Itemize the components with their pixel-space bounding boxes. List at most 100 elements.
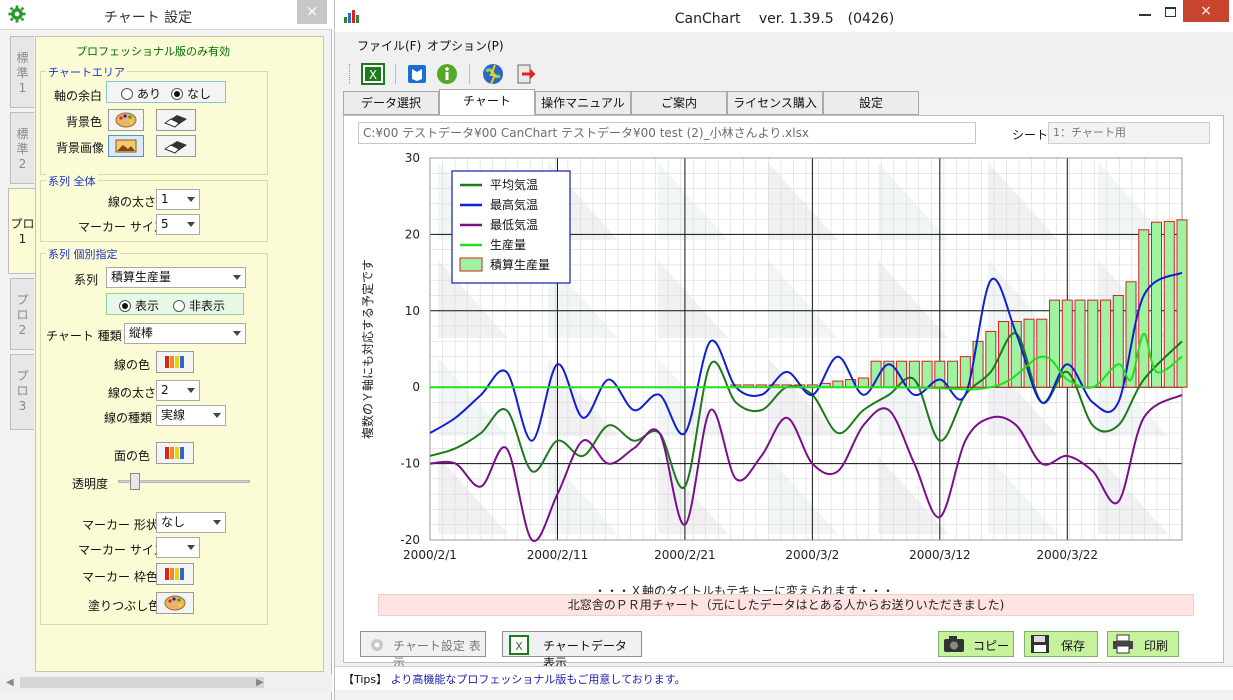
palette-icon [115, 112, 137, 128]
axis-margin-radio-group: あり なし [106, 81, 226, 103]
marker-shape-select[interactable]: なし [156, 512, 226, 533]
line-color-button[interactable] [156, 351, 194, 373]
menu-file[interactable]: ファイル(F) [357, 37, 421, 54]
scroll-left-icon[interactable]: ◀ [6, 677, 14, 688]
toolbar: X [335, 58, 1233, 90]
legend-label: 生産量 [490, 237, 526, 252]
line-width-select[interactable]: 2 [156, 380, 200, 401]
visibility-radio-group: 表示 非表示 [106, 293, 244, 315]
bar-cumulative-production [1087, 299, 1099, 388]
y-tick-label: 30 [405, 151, 420, 165]
main-close-button[interactable]: × [1183, 0, 1229, 22]
fill-color-button[interactable] [156, 442, 194, 464]
series-select[interactable]: 積算生産量 [106, 267, 246, 288]
print-button[interactable]: 印刷 [1107, 631, 1179, 657]
pro-only-note: プロフェッショナル版のみ有効 [76, 45, 230, 58]
y-axis-label: 複数のＹ軸にも対応する予定です [360, 259, 375, 439]
tab-pro-2[interactable]: プロ 2 [10, 278, 34, 350]
tab-guide[interactable]: ご案内 [631, 91, 727, 115]
x-tick-label: 2000/3/12 [909, 548, 971, 562]
update-globe-icon[interactable] [481, 62, 505, 86]
y-tick-label: 0 [412, 380, 420, 394]
crayons-icon [165, 568, 184, 580]
exit-icon[interactable] [513, 62, 537, 86]
eraser-icon [163, 115, 187, 128]
hide-radio[interactable]: 非表示 [173, 297, 225, 314]
tab-standard-1[interactable]: 標準 1 [10, 36, 34, 108]
tab-standard-2[interactable]: 標準 2 [10, 112, 34, 184]
tab-manual[interactable]: 操作マニュアル [535, 91, 631, 115]
line-style-select[interactable]: 実線 [156, 405, 226, 426]
bg-color-clear-button[interactable] [156, 109, 196, 131]
y-tick-label: 10 [405, 304, 420, 318]
chart-settings-show-button[interactable]: チャート設定 表示 [360, 631, 486, 670]
series-all-line-width-select[interactable]: 1 [156, 189, 200, 210]
minimize-button[interactable] [1135, 4, 1155, 20]
margin-no-radio[interactable]: なし [171, 85, 211, 102]
margin-yes-radio[interactable]: あり [121, 85, 161, 102]
series-all-line-width-label: 線の太さ [108, 195, 157, 209]
bg-image-label: 背景画像 [56, 141, 105, 155]
settings-horizontal-scrollbar[interactable]: ◀ ▶ [0, 674, 332, 692]
marker-border-label: マーカー 枠色 [82, 570, 158, 584]
save-button[interactable]: 保存 [1024, 631, 1098, 657]
y-tick-label: 20 [405, 227, 420, 241]
eraser-icon [163, 141, 187, 154]
fill-color-label: 面の色 [114, 449, 151, 463]
bar-cumulative-production [921, 360, 933, 388]
chart-type-select[interactable]: 縦棒 [124, 323, 246, 344]
legend-label: 平均気温 [490, 177, 538, 192]
bg-color-button[interactable] [108, 109, 144, 131]
show-radio[interactable]: 表示 [119, 297, 159, 314]
tab-pro-3[interactable]: プロ 3 [10, 354, 34, 430]
excel-icon[interactable]: X [361, 62, 385, 86]
copy-button[interactable]: コピー [938, 631, 1014, 657]
bg-image-clear-button[interactable] [156, 135, 196, 157]
x-tick-label: 2000/2/11 [527, 548, 589, 562]
marker-size-select[interactable] [156, 537, 200, 558]
legend-label: 最高気温 [490, 197, 538, 212]
tab-data-select[interactable]: データ選択 [343, 91, 439, 115]
settings-close-button[interactable]: × [297, 0, 327, 24]
scrollbar-thumb[interactable] [20, 677, 264, 688]
tab-settings[interactable]: 設定 [823, 91, 919, 115]
chart-sub-caption: 北窓舎のＰＲ用チャート（元にしたデータはとある人からお送りいただきました) [378, 594, 1194, 616]
fill-label: 塗りつぶし色 [88, 599, 161, 613]
tab-pro-1[interactable]: プロ 1 [8, 188, 36, 274]
svg-text:X: X [515, 640, 523, 653]
chart-data-show-button[interactable]: X チャートデータ 表示 [502, 631, 642, 670]
maximize-button[interactable] [1161, 4, 1181, 20]
menu-bar: ファイル(F) オプション(P) [335, 33, 1233, 57]
bar-cumulative-production [1112, 295, 1124, 388]
marker-border-color-button[interactable] [156, 563, 194, 585]
series-each-group-title: 系列 個別指定 [46, 246, 120, 262]
tab-license[interactable]: ライセンス購入 [727, 91, 823, 115]
canchart-main-window: CanChart ver. 1.39.5 (0426) × ファイル(F) オプ… [334, 0, 1233, 700]
opacity-slider-thumb[interactable] [130, 473, 141, 490]
tips-text: 【Tips】 より高機能なプロフェッショナル版もご用意しております。 [343, 673, 686, 686]
manual-book-icon[interactable] [405, 62, 429, 86]
series-all-group-title: 系列 全体 [46, 173, 98, 189]
image-icon [115, 139, 137, 153]
bg-image-button[interactable] [108, 135, 144, 157]
status-bar: 【Tips】 より高機能なプロフェッショナル版もご用意しております。 [335, 666, 1233, 690]
bar-cumulative-production [1163, 220, 1175, 388]
series-all-marker-size-select[interactable]: 5 [156, 214, 200, 235]
marker-size-label: マーカー サイズ [78, 543, 166, 557]
gear-icon [371, 639, 383, 651]
tab-chart[interactable]: チャート [439, 89, 535, 115]
fill-palette-button[interactable] [156, 592, 194, 614]
line-color-label: 線の色 [114, 358, 151, 372]
bar-cumulative-production [1176, 219, 1188, 388]
bar-cumulative-production [1036, 318, 1048, 388]
chart-canvas: 30 20 10 0 -10 -202000/2/1 2000/2/11 2000/2/21 2… [360, 151, 1188, 562]
info-icon[interactable] [435, 62, 459, 86]
scroll-right-icon[interactable]: ▶ [256, 677, 264, 688]
bar-cumulative-production [947, 360, 959, 388]
bar-cumulative-production [857, 377, 869, 388]
bar-cumulative-production [934, 360, 946, 388]
menu-options[interactable]: オプション(P) [427, 37, 504, 54]
excel-icon: X [509, 635, 529, 655]
bar-cumulative-production [1100, 299, 1112, 388]
palette-icon [164, 595, 186, 611]
